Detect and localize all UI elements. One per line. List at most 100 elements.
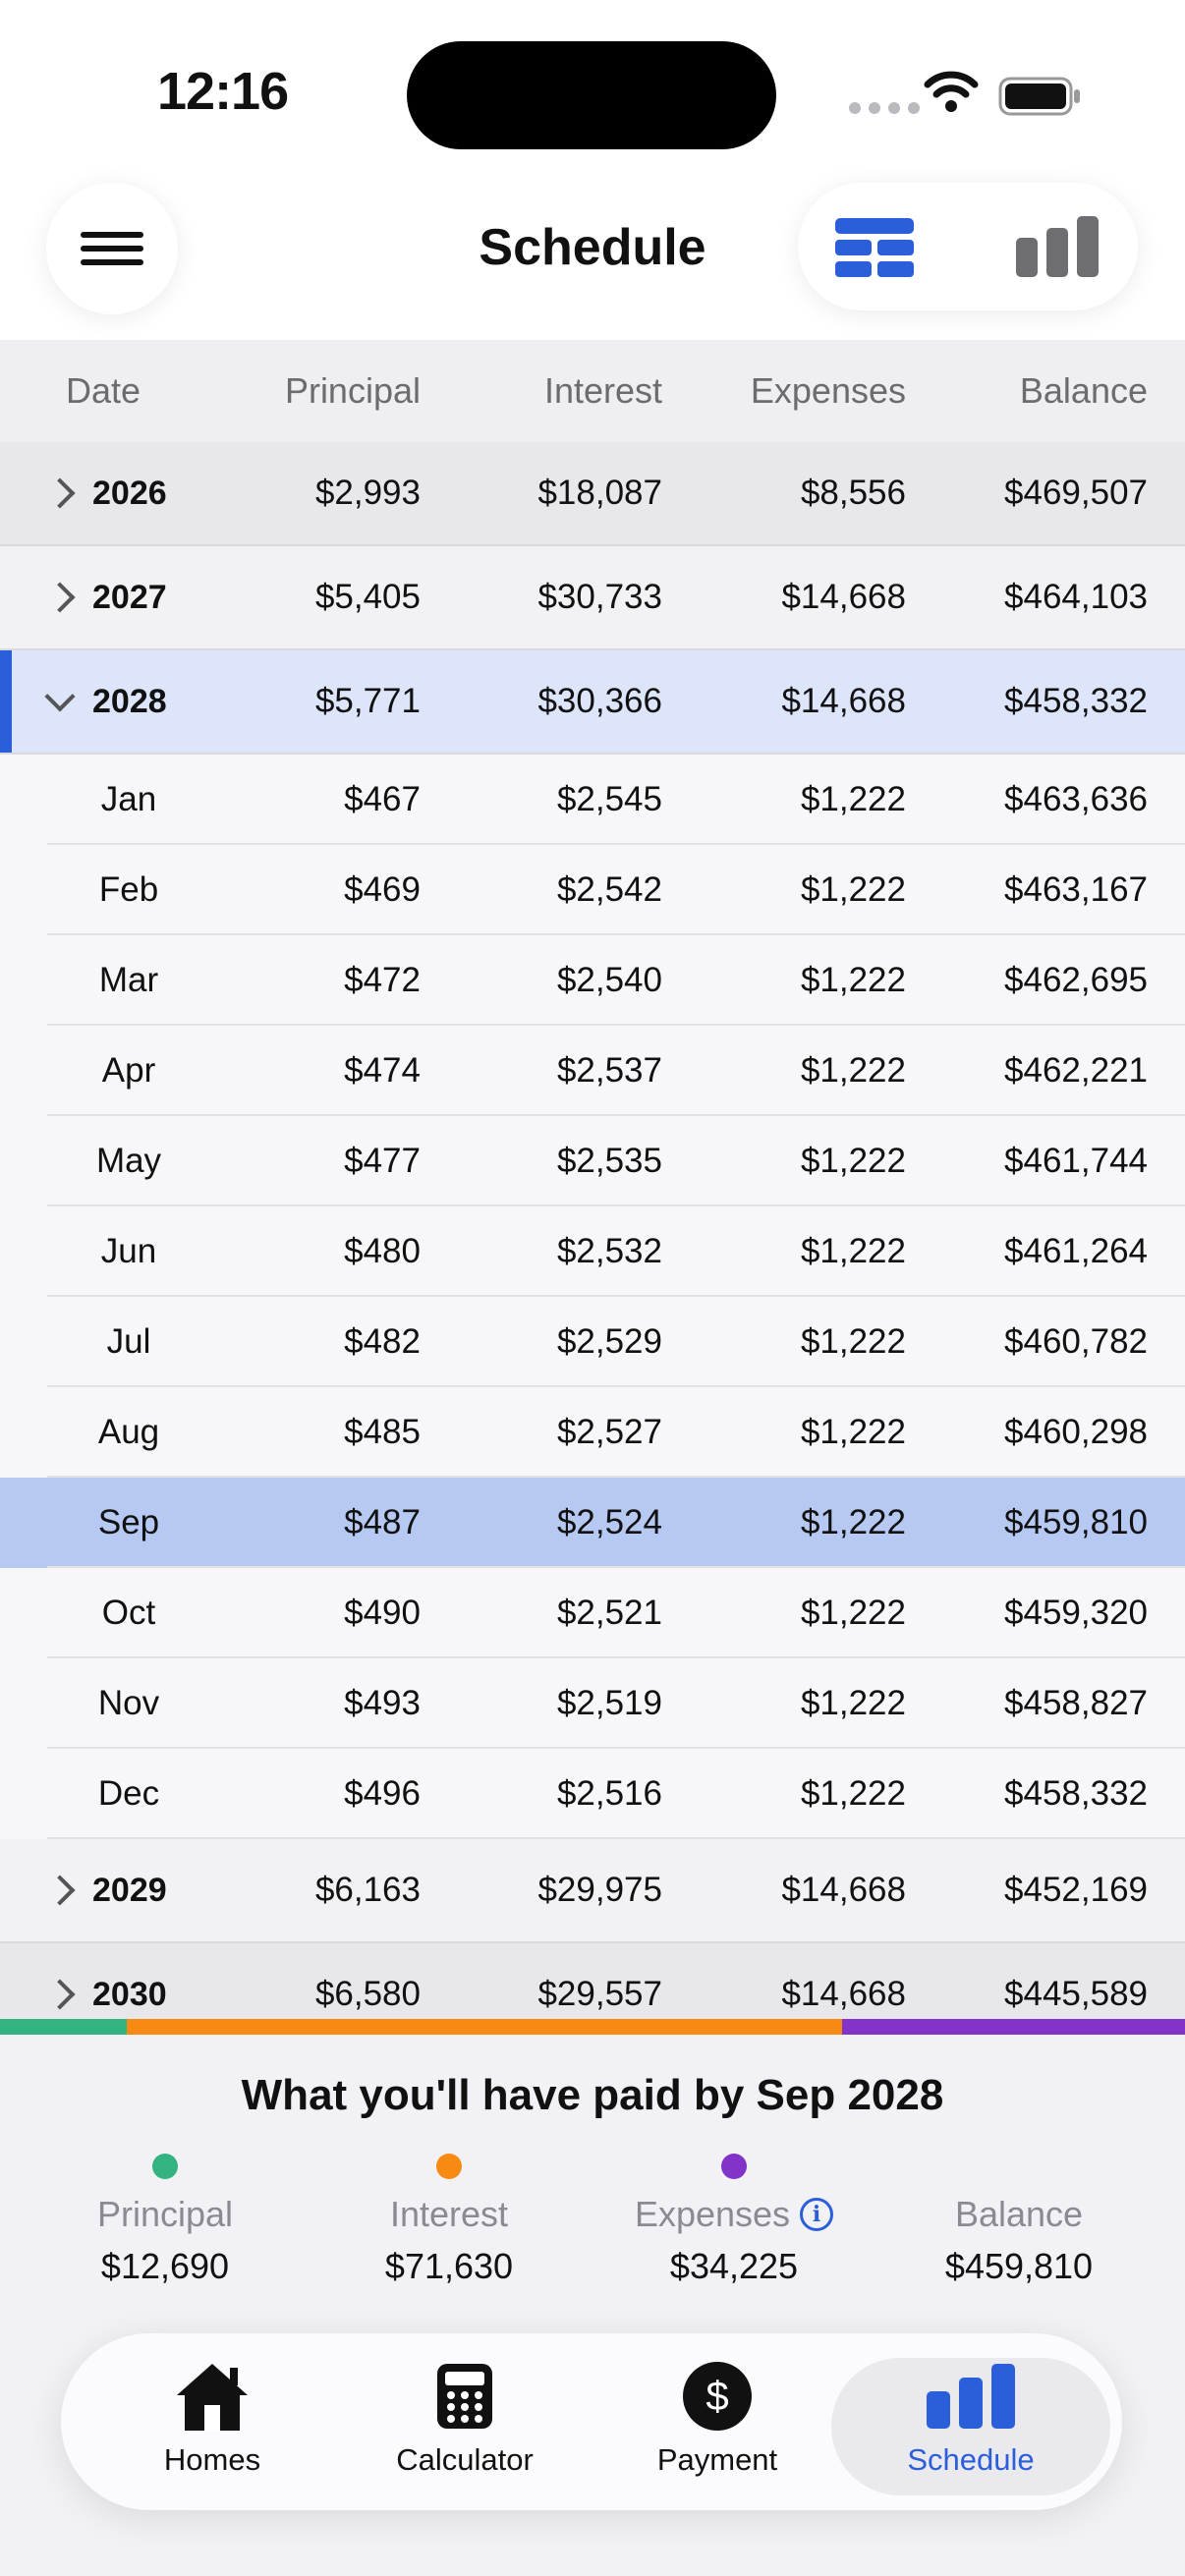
cell-date: Mar [98, 961, 159, 999]
cell-principal: $480 [344, 1232, 421, 1270]
cell-balance: $464,103 [1004, 578, 1148, 616]
interest-segment [127, 2019, 842, 2035]
month-row[interactable]: Apr $474 $2,537 $1,222 $462,221 [0, 1026, 1185, 1116]
tab-label: Homes [163, 2442, 261, 2477]
summary-value: $459,810 [944, 2246, 1094, 2286]
cell-interest: $2,521 [556, 1594, 662, 1632]
cell-balance: $462,695 [1004, 961, 1148, 999]
summary-expenses: Expenses i $34,225 [596, 2154, 872, 2287]
cell-date: Jan [100, 780, 157, 818]
cell-principal: $6,163 [314, 1871, 421, 1909]
cell-expenses: $1,222 [800, 1322, 906, 1361]
cell-balance: $462,221 [1004, 1051, 1148, 1090]
status-time: 12:16 [157, 62, 289, 121]
cell-balance: $459,810 [1004, 1503, 1148, 1541]
cell-date: Aug [97, 1413, 160, 1451]
tab-schedule[interactable]: Schedule [831, 2358, 1110, 2495]
cell-principal: $487 [344, 1503, 421, 1541]
cell-expenses: $1,222 [800, 1684, 906, 1722]
cell-balance: $461,744 [1004, 1142, 1148, 1180]
column-interest: Interest [543, 370, 662, 411]
cell-balance: $459,320 [1004, 1594, 1148, 1632]
tab-calculator[interactable]: Calculator [352, 2358, 578, 2495]
summary-label: Expenses [634, 2194, 791, 2234]
month-row[interactable]: Oct $490 $2,521 $1,222 $459,320 [0, 1568, 1185, 1658]
month-row[interactable]: Nov $493 $2,519 $1,222 $458,827 [0, 1658, 1185, 1749]
month-row[interactable]: May $477 $2,535 $1,222 $461,744 [0, 1116, 1185, 1206]
month-row[interactable]: Mar $472 $2,540 $1,222 $462,695 [0, 935, 1185, 1026]
cellular-signal-icon [849, 102, 920, 114]
principal-dot [152, 2154, 178, 2179]
expenses-segment [842, 2019, 1185, 2035]
schedule-table: Date Principal Interest Expenses Balance… [0, 340, 1185, 2020]
cell-expenses: $8,556 [800, 474, 906, 512]
cell-date: Feb [98, 870, 159, 909]
table-icon[interactable] [835, 218, 914, 277]
year-row-2030[interactable]: 2030 $6,580 $29,557 $14,668 $445,589 [0, 1943, 1185, 2020]
active-indicator [0, 650, 12, 753]
cell-principal: $485 [344, 1413, 421, 1451]
cell-interest: $30,366 [537, 682, 662, 720]
chevron-right-icon [44, 582, 76, 613]
wifi-icon [924, 71, 979, 112]
cell-balance: $460,298 [1004, 1413, 1148, 1451]
column-expenses: Expenses [750, 370, 906, 411]
cell-interest: $2,529 [556, 1322, 662, 1361]
month-rows: Jan $467 $2,545 $1,222 $463,636 Feb $469 $2,542… [0, 755, 1185, 1839]
info-icon[interactable]: i [800, 2198, 834, 2231]
calculator-icon [437, 2364, 492, 2429]
month-row[interactable]: Jun $480 $2,532 $1,222 $461,264 [0, 1206, 1185, 1297]
tab-label: Calculator [396, 2442, 534, 2477]
cell-date: Sep [97, 1503, 160, 1541]
cell-balance: $458,332 [1004, 682, 1148, 720]
cell-principal: $477 [344, 1142, 421, 1180]
cell-expenses: $1,222 [800, 1413, 906, 1451]
year-row-2028[interactable]: 2028 $5,771 $30,366 $14,668 $458,332 [0, 650, 1185, 755]
cell-interest: $2,532 [556, 1232, 662, 1270]
expenses-dot [721, 2154, 747, 2179]
view-toggle [798, 183, 1138, 310]
cell-principal: $474 [344, 1051, 421, 1090]
tab-payment[interactable]: $ Payment [604, 2358, 830, 2495]
year-row-2026[interactable]: 2026 $2,993 $18,087 $8,556 $469,507 [0, 442, 1185, 546]
principal-segment [0, 2019, 127, 2035]
cell-interest: $2,537 [556, 1051, 662, 1090]
year-row-2029[interactable]: 2029 $6,163 $29,975 $14,668 $452,169 [0, 1839, 1185, 1943]
cell-interest: $2,519 [556, 1684, 662, 1722]
cell-expenses: $1,222 [800, 1594, 906, 1632]
cell-principal: $469 [344, 870, 421, 909]
summary-label: Interest [389, 2194, 509, 2234]
cell-balance: $445,589 [1004, 1975, 1148, 2013]
month-row[interactable]: Aug $485 $2,527 $1,222 $460,298 [0, 1387, 1185, 1478]
year-label: 2026 [92, 474, 167, 512]
cell-principal: $482 [344, 1322, 421, 1361]
cell-interest: $2,540 [556, 961, 662, 999]
tab-homes[interactable]: Homes [99, 2358, 325, 2495]
year-row-2027[interactable]: 2027 $5,405 $30,733 $14,668 $464,103 [0, 546, 1185, 650]
month-row[interactable]: Sep $487 $2,524 $1,222 $459,810 [0, 1478, 1185, 1568]
chevron-right-icon [44, 1979, 76, 2010]
summary-balance: Balance $459,810 [881, 2154, 1157, 2287]
cell-principal: $467 [344, 780, 421, 818]
month-row[interactable]: Jul $482 $2,529 $1,222 $460,782 [0, 1297, 1185, 1387]
cell-date: May [95, 1142, 162, 1180]
bar-chart-icon[interactable] [1016, 216, 1099, 277]
cell-date: Dec [97, 1774, 160, 1813]
month-row[interactable]: Feb $469 $2,542 $1,222 $463,167 [0, 845, 1185, 935]
cell-principal: $490 [344, 1594, 421, 1632]
cell-principal: $496 [344, 1774, 421, 1813]
cell-expenses: $14,668 [781, 1871, 906, 1909]
summary-value: $71,630 [384, 2246, 514, 2286]
cell-expenses: $1,222 [800, 1774, 906, 1813]
cell-expenses: $1,222 [800, 870, 906, 909]
column-principal: Principal [284, 370, 421, 411]
month-row[interactable]: Jan $467 $2,545 $1,222 $463,636 [0, 755, 1185, 845]
cell-date: Nov [97, 1684, 160, 1722]
column-date: Date [66, 370, 141, 411]
dynamic-island [407, 41, 776, 149]
cell-interest: $18,087 [537, 474, 662, 512]
cell-principal: $5,405 [314, 578, 421, 616]
month-row[interactable]: Dec $496 $2,516 $1,222 $458,332 [0, 1749, 1185, 1839]
cell-expenses: $1,222 [800, 1142, 906, 1180]
